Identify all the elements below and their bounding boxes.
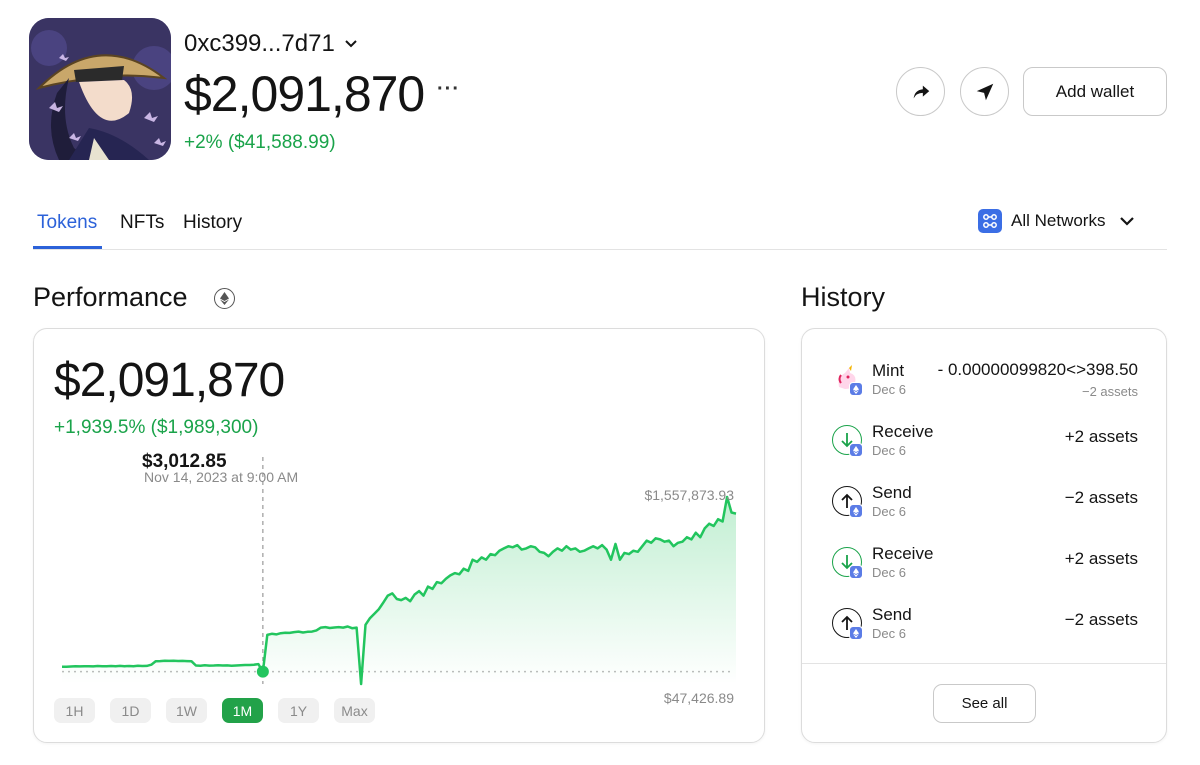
history-item-type: Send [872, 605, 912, 624]
history-item[interactable]: Receive Dec 6 +2 assets [802, 417, 1168, 478]
chevron-down-icon [1120, 216, 1135, 226]
share-arrow-icon [913, 85, 929, 98]
navigation-arrow-icon [976, 83, 993, 100]
wallet-avatar [29, 18, 171, 160]
performance-title: Performance [33, 282, 188, 312]
range-1y-button[interactable]: 1Y [278, 698, 319, 723]
network-filter-dropdown[interactable]: All Networks [978, 209, 1135, 233]
wallet-change: +2% ($41,588.99) [184, 132, 336, 153]
range-1m-button[interactable]: 1M [222, 698, 263, 723]
history-item-date: Dec 6 [872, 382, 906, 397]
history-item[interactable]: Receive Dec 6 +2 assets [802, 539, 1168, 600]
network-filter-label: All Networks [1011, 211, 1106, 230]
wallet-balance: $2,091,870 [184, 66, 425, 122]
tab-history[interactable]: History [183, 212, 242, 234]
chart-area-fill [62, 497, 736, 684]
history-item-date: Dec 6 [872, 504, 906, 519]
history-item-amount: −2 assets [1064, 610, 1138, 629]
history-item-date: Dec 6 [872, 565, 906, 580]
more-options-button[interactable]: ··· [437, 78, 460, 101]
divider [802, 663, 1166, 664]
performance-chart[interactable]: $3,012.85 Nov 14, 2023 at 9:00 AM $1,557… [34, 329, 766, 744]
send-button[interactable] [960, 67, 1009, 116]
ethereum-icon [214, 288, 235, 309]
history-item-type: Send [872, 483, 912, 502]
performance-card: $2,091,870 +1,939.5% ($1,989,300) $3,012… [33, 328, 765, 743]
hover-date-label: Nov 14, 2023 at 9:00 AM [144, 469, 298, 485]
ethereum-network-icon [849, 626, 863, 640]
active-tab-indicator [33, 246, 102, 249]
history-item[interactable]: Send Dec 6 −2 assets [802, 600, 1168, 661]
tab-bar: Tokens NFTs History All Networks [33, 200, 1167, 250]
history-item-date: Dec 6 [872, 626, 906, 641]
chart-min-label: $47,426.89 [664, 690, 734, 706]
tab-tokens[interactable]: Tokens [37, 212, 97, 234]
range-1w-button[interactable]: 1W [166, 698, 207, 723]
history-item[interactable]: Send Dec 6 −2 assets [802, 478, 1168, 539]
see-all-button[interactable]: See all [933, 684, 1036, 723]
ethereum-network-icon [849, 382, 863, 396]
history-title: History [801, 282, 886, 312]
tab-nfts[interactable]: NFTs [120, 212, 164, 234]
chevron-down-icon [345, 40, 357, 48]
time-range-selector: 1H 1D 1W 1M 1Y Max [54, 698, 375, 723]
wallet-address: 0xc399...7d71 [184, 30, 335, 57]
history-item[interactable]: Mint Dec 6 - 0.00000099820<>398.50 −2 as… [802, 356, 1168, 417]
ethereum-network-icon [849, 565, 863, 579]
history-item-type: Receive [872, 422, 934, 441]
history-item-type: Receive [872, 544, 934, 563]
range-1d-button[interactable]: 1D [110, 698, 151, 723]
history-item-amount: −2 assets [1064, 488, 1138, 507]
history-item-date: Dec 6 [872, 443, 906, 458]
hover-point [256, 665, 269, 678]
network-icon [978, 209, 1002, 233]
chart-max-label: $1,557,873.93 [644, 487, 734, 503]
wallet-address-selector[interactable]: 0xc399...7d71 [184, 30, 357, 58]
history-item-amount: - 0.00000099820<>398.50 [937, 360, 1138, 379]
ethereum-network-icon [849, 504, 863, 518]
share-button[interactable] [896, 67, 945, 116]
range-max-button[interactable]: Max [334, 698, 375, 723]
avatar-illustration [29, 18, 171, 160]
history-item-type: Mint [872, 361, 905, 380]
history-card: Mint Dec 6 - 0.00000099820<>398.50 −2 as… [801, 328, 1167, 743]
history-item-subamount: −2 assets [1081, 384, 1138, 399]
history-item-amount: +2 assets [1064, 549, 1138, 568]
history-item-amount: +2 assets [1064, 427, 1138, 446]
ethereum-network-icon [849, 443, 863, 457]
range-1h-button[interactable]: 1H [54, 698, 95, 723]
add-wallet-button[interactable]: Add wallet [1023, 67, 1167, 116]
